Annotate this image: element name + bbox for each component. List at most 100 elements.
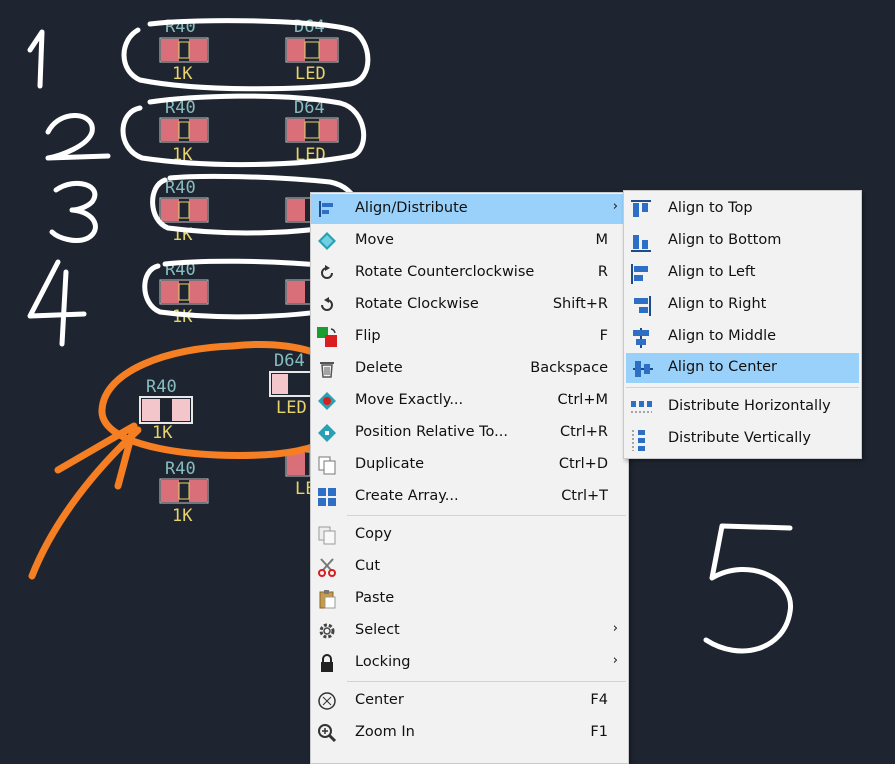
menu-item-label: Rotate Counterclockwise <box>355 264 535 280</box>
submenu-item-distribute-vertically[interactable]: Distribute Vertically <box>624 424 861 454</box>
zoom-in-icon <box>317 723 337 743</box>
submenu-item-label: Align to Middle <box>668 328 777 344</box>
ref-label: R40 <box>146 377 177 397</box>
chevron-right-icon: › <box>612 199 618 214</box>
value-label: LED <box>276 398 307 418</box>
menu-item-rotate-ccw[interactable]: Rotate Counterclockwise R <box>311 258 628 288</box>
value-label: 1K <box>152 423 173 443</box>
align-left-icon <box>630 263 650 284</box>
ref-label: R40 <box>165 178 196 198</box>
menu-item-duplicate[interactable]: Duplicate Ctrl+D <box>311 450 628 480</box>
footprint-d64-row2[interactable]: D64 LED <box>285 98 339 165</box>
menu-item-shortcut: F <box>599 328 608 344</box>
menu-item-rotate-cw[interactable]: Rotate Clockwise Shift+R <box>311 290 628 320</box>
trash-icon <box>317 359 337 379</box>
align-top-icon <box>630 199 651 219</box>
menu-item-shortcut: F4 <box>590 692 608 708</box>
footprint-d64-selected[interactable]: D64 LED <box>269 351 313 418</box>
duplicate-icon <box>317 455 337 475</box>
menu-item-zoom-in[interactable]: Zoom In F1 <box>311 718 628 748</box>
footprint-r40-row1[interactable]: R40 1K <box>159 17 209 84</box>
value-label: LED <box>295 64 326 84</box>
menu-item-paste[interactable]: Paste <box>311 584 628 614</box>
chevron-right-icon: › <box>612 653 618 668</box>
number-2 <box>45 113 111 161</box>
submenu-item-align-left[interactable]: Align to Left <box>624 258 861 288</box>
number-3 <box>49 180 98 243</box>
menu-item-shortcut: R <box>597 264 608 280</box>
menu-separator <box>347 681 626 682</box>
distribute-vertical-icon <box>630 429 650 451</box>
menu-item-label: Position Relative To... <box>355 424 508 440</box>
submenu-item-align-middle[interactable]: Align to Middle <box>624 322 861 352</box>
value-label: 1K <box>172 506 193 526</box>
menu-item-shortcut: Ctrl+D <box>558 456 608 472</box>
center-icon <box>317 691 337 711</box>
submenu-item-label: Align to Top <box>668 200 753 216</box>
menu-item-position-relative[interactable]: Position Relative To... Ctrl+R <box>311 418 628 448</box>
menu-item-move-exactly[interactable]: Move Exactly... Ctrl+M <box>311 386 628 416</box>
menu-item-select[interactable]: Select › <box>311 616 628 646</box>
footprint-r40-row2[interactable]: R40 1K <box>159 98 209 165</box>
menu-item-delete[interactable]: Delete Backspace <box>311 354 628 384</box>
submenu-item-label: Align to Bottom <box>668 232 782 248</box>
submenu-item-label: Distribute Horizontally <box>668 398 831 414</box>
menu-item-shortcut: M <box>595 232 608 248</box>
submenu-item-label: Distribute Vertically <box>668 430 811 446</box>
submenu-item-distribute-horizontally[interactable]: Distribute Horizontally <box>624 392 861 422</box>
ref-label: D64 <box>274 351 305 371</box>
menu-item-label: Move <box>355 232 394 248</box>
array-icon <box>317 487 337 507</box>
menu-item-flip[interactable]: Flip F <box>311 322 628 352</box>
context-menu: Align/Distribute › Move M Rotate Counter… <box>310 192 629 764</box>
submenu-item-align-top[interactable]: Align to Top <box>624 194 861 224</box>
submenu-item-align-right[interactable]: Align to Right <box>624 290 861 320</box>
menu-item-shortcut: Ctrl+R <box>559 424 608 440</box>
menu-item-label: Cut <box>355 558 380 574</box>
menu-item-copy[interactable]: Copy <box>311 520 628 550</box>
submenu-item-label: Align to Right <box>668 296 767 312</box>
menu-item-shortcut: Ctrl+M <box>557 392 608 408</box>
ref-label: R40 <box>165 459 196 479</box>
number-4 <box>27 259 87 347</box>
menu-separator <box>347 515 626 516</box>
menu-item-center[interactable]: Center F4 <box>311 686 628 716</box>
align-bottom-icon <box>630 231 651 252</box>
menu-item-label: Select <box>355 622 400 638</box>
align-left-icon <box>317 199 337 219</box>
move-exactly-icon <box>317 391 337 411</box>
menu-item-label: Locking <box>355 654 411 670</box>
menu-item-create-array[interactable]: Create Array... Ctrl+T <box>311 482 628 512</box>
menu-item-locking[interactable]: Locking › <box>311 648 628 678</box>
rotate-cw-icon <box>317 295 337 315</box>
menu-item-label: Center <box>355 692 404 708</box>
position-relative-icon <box>317 423 337 443</box>
menu-item-shortcut: Ctrl+T <box>561 488 608 504</box>
submenu-item-align-center[interactable]: Align to Center <box>626 353 859 383</box>
submenu-item-align-bottom[interactable]: Align to Bottom <box>624 226 861 256</box>
menu-item-label: Zoom In <box>355 724 415 740</box>
rotate-ccw-icon <box>317 263 337 283</box>
menu-item-align-distribute[interactable]: Align/Distribute › <box>311 194 628 224</box>
submenu-item-label: Align to Left <box>668 264 756 280</box>
flip-icon <box>317 327 337 347</box>
menu-item-shortcut: F1 <box>590 724 608 740</box>
menu-item-label: Create Array... <box>355 488 459 504</box>
footprint-r40-selected[interactable]: R40 1K <box>139 377 193 443</box>
footprint-r40-row3[interactable]: R40 1K <box>159 178 209 245</box>
menu-item-move[interactable]: Move M <box>311 226 628 256</box>
gear-icon <box>317 621 337 641</box>
footprint-r40-row6[interactable]: R40 1K <box>159 459 209 526</box>
distribute-horizontal-icon <box>630 397 652 417</box>
menu-item-label: Duplicate <box>355 456 425 472</box>
menu-item-label: Move Exactly... <box>355 392 464 408</box>
value-label: 1K <box>172 64 193 84</box>
menu-item-label: Align/Distribute <box>355 200 468 216</box>
paste-icon <box>317 589 337 609</box>
ref-label: D64 <box>294 17 325 37</box>
number-5 <box>703 523 793 654</box>
menu-item-cut[interactable]: Cut <box>311 552 628 582</box>
chevron-right-icon: › <box>612 621 618 636</box>
scissors-icon <box>317 557 337 577</box>
align-center-icon <box>632 358 653 378</box>
